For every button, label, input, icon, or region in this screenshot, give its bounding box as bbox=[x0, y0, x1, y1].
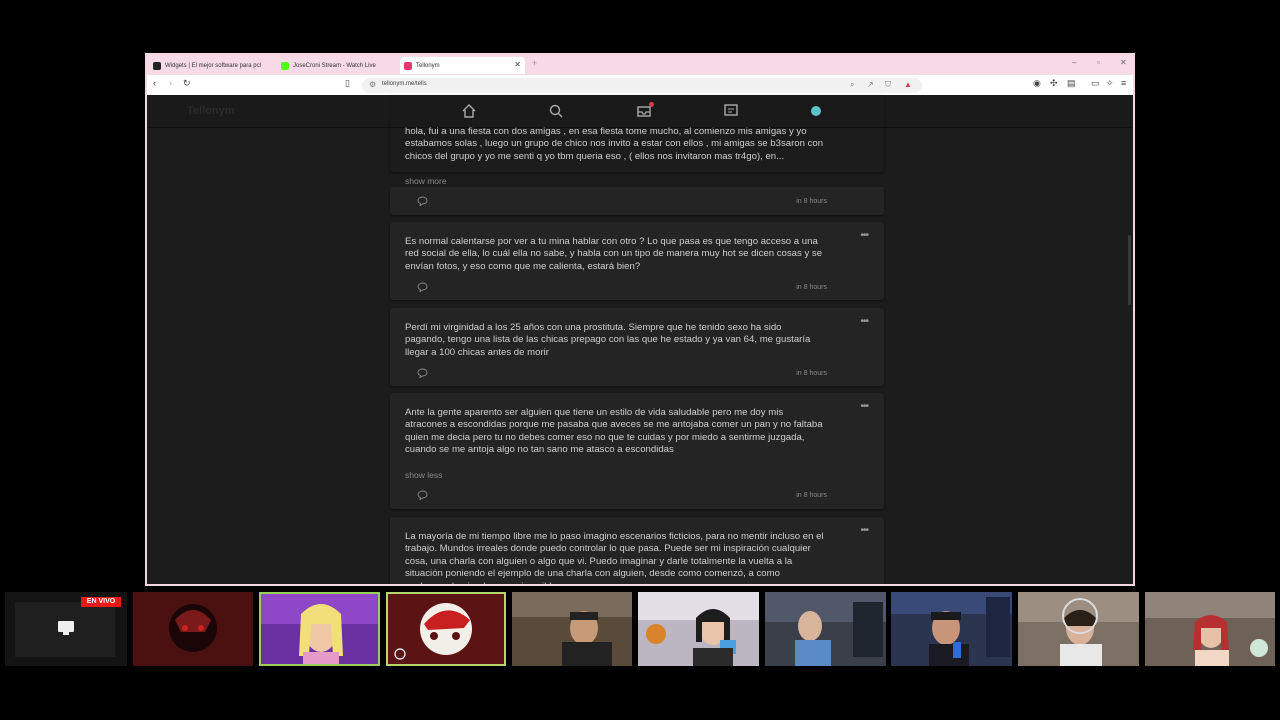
rewards-icon[interactable]: ▲ bbox=[904, 80, 912, 89]
back-icon[interactable]: ‹ bbox=[153, 78, 156, 88]
forward-icon[interactable]: › bbox=[169, 78, 172, 88]
stream-thumb-avatar[interactable] bbox=[133, 592, 253, 666]
tell-card: ••• Ante la gente aparento ser alguien q… bbox=[390, 393, 884, 509]
webcam-feed bbox=[765, 592, 886, 666]
stream-thumb-cam[interactable] bbox=[1145, 592, 1275, 666]
bookmark-icon[interactable]: ▯ bbox=[345, 78, 350, 89]
tell-time: in 8 hours bbox=[796, 198, 827, 205]
tell-text: La mayoría de mi tiempo libre me lo paso… bbox=[405, 531, 824, 584]
tell-time: in 8 hours bbox=[796, 492, 827, 499]
comment-icon[interactable] bbox=[417, 368, 428, 378]
sidebar-icon[interactable]: ▤ bbox=[1067, 78, 1076, 89]
webcam-feed bbox=[261, 594, 378, 664]
more-options-icon[interactable]: ••• bbox=[860, 401, 868, 412]
address-text: tellonym.me/tells bbox=[382, 81, 427, 87]
maximize-icon[interactable]: ▫ bbox=[1097, 58, 1100, 67]
webcam-feed bbox=[512, 592, 632, 666]
more-options-icon[interactable]: ••• bbox=[860, 316, 868, 327]
kick-icon bbox=[281, 61, 289, 70]
tab-title: Tellonym bbox=[416, 62, 440, 69]
zoom-icon[interactable]: ⌕ bbox=[850, 80, 854, 90]
puzzle-icon[interactable]: ✣ bbox=[1050, 78, 1058, 89]
browser-toolbar: ‹ › ↻ ▯ ⚙ tellonym.me/tells ⌕ ↗ ⛉ ▲ ◉ ✣ … bbox=[147, 75, 1133, 95]
stream-thumb-cam[interactable] bbox=[765, 592, 886, 666]
comment-icon[interactable] bbox=[417, 196, 428, 206]
close-tab-icon[interactable]: ✕ bbox=[514, 60, 521, 69]
tab-tellonym[interactable]: Tellonym ✕ bbox=[400, 57, 525, 74]
comment-icon[interactable] bbox=[417, 282, 428, 292]
menu-icon[interactable]: ≡ bbox=[1121, 78, 1126, 88]
site-logo: Tellonym bbox=[187, 105, 235, 117]
more-options-icon[interactable]: ••• bbox=[860, 230, 868, 241]
stream-screen: Widgets | El mejor software para pcl Jos… bbox=[0, 0, 1280, 720]
browser-window: Widgets | El mejor software para pcl Jos… bbox=[145, 53, 1135, 586]
extension-icon[interactable]: ◉ bbox=[1033, 78, 1041, 89]
show-less-link[interactable]: show less bbox=[405, 470, 442, 480]
live-badge: EN VIVO bbox=[81, 597, 121, 607]
minimize-icon[interactable]: – bbox=[1072, 58, 1076, 67]
new-tab-icon[interactable]: + bbox=[532, 58, 537, 68]
tell-text: Es normal calentarse por ver a tu mina h… bbox=[405, 236, 823, 272]
site-info-icon[interactable]: ⚙ bbox=[369, 80, 376, 89]
address-bar[interactable]: ⚙ tellonym.me/tells ⌕ ↗ ⛉ ▲ bbox=[362, 78, 922, 93]
tell-card: ••• La mayoría de mi tiempo libre me lo … bbox=[390, 517, 884, 584]
tell-text: hola, fui a una fiesta con dos amigas , … bbox=[405, 126, 824, 162]
close-window-icon[interactable]: ✕ bbox=[1120, 58, 1127, 67]
share-icon[interactable]: ↗ bbox=[867, 80, 874, 89]
tab-title: JoseCroni Stream - Watch Live bbox=[293, 62, 376, 69]
tell-text: Perdí mi virginidad a los 25 años con un… bbox=[405, 322, 811, 358]
webcam-feed bbox=[1145, 592, 1275, 666]
tell-time: in 8 hours bbox=[796, 370, 827, 377]
tell-text: Ante la gente aparento ser alguien que t… bbox=[405, 407, 823, 456]
tab-title: Widgets | El mejor software para pcl bbox=[165, 62, 261, 69]
webcam-feed bbox=[1018, 592, 1139, 666]
tellonym-page: Tellonym hola, fui a una fiesta con dos … bbox=[147, 95, 1133, 584]
page-scrollbar[interactable] bbox=[1128, 235, 1131, 305]
tell-card: ••• Es normal calentarse por ver a tu mi… bbox=[390, 222, 884, 300]
reload-icon[interactable]: ↻ bbox=[183, 78, 191, 89]
comment-icon[interactable] bbox=[417, 490, 428, 500]
tell-card: ••• Perdí mi virginidad a los 25 años co… bbox=[390, 308, 884, 386]
stream-thumb-cam[interactable] bbox=[638, 592, 759, 666]
show-more-link[interactable]: show more bbox=[405, 176, 447, 186]
webcam-feed bbox=[638, 592, 759, 666]
tab-widgets[interactable]: Widgets | El mejor software para pcl bbox=[149, 57, 277, 74]
santa-logo bbox=[388, 594, 504, 664]
stream-thumb-cam[interactable] bbox=[1018, 592, 1139, 666]
avatar-art bbox=[133, 592, 253, 666]
wallet-icon[interactable]: ▭ bbox=[1091, 78, 1100, 89]
webcam-feed bbox=[891, 592, 1012, 666]
tell-card-footer: in 8 hours bbox=[390, 187, 884, 215]
stream-thumb-cam[interactable] bbox=[259, 592, 380, 666]
tellonym-icon bbox=[404, 61, 412, 70]
stream-thumb-cam[interactable] bbox=[891, 592, 1012, 666]
stream-thumb-logo[interactable] bbox=[386, 592, 506, 666]
leo-icon[interactable]: ✧ bbox=[1106, 78, 1114, 89]
more-options-icon[interactable]: ••• bbox=[860, 525, 868, 536]
tab-kick-stream[interactable]: JoseCroni Stream - Watch Live bbox=[277, 57, 399, 74]
shield-icon[interactable]: ⛉ bbox=[885, 80, 891, 90]
tell-card: hola, fui a una fiesta con dos amigas , … bbox=[390, 95, 884, 186]
github-icon bbox=[153, 61, 161, 70]
tab-bar: Widgets | El mejor software para pcl Jos… bbox=[147, 55, 1133, 75]
stream-thumb-cam[interactable] bbox=[512, 592, 632, 666]
tell-time: in 8 hours bbox=[796, 284, 827, 291]
